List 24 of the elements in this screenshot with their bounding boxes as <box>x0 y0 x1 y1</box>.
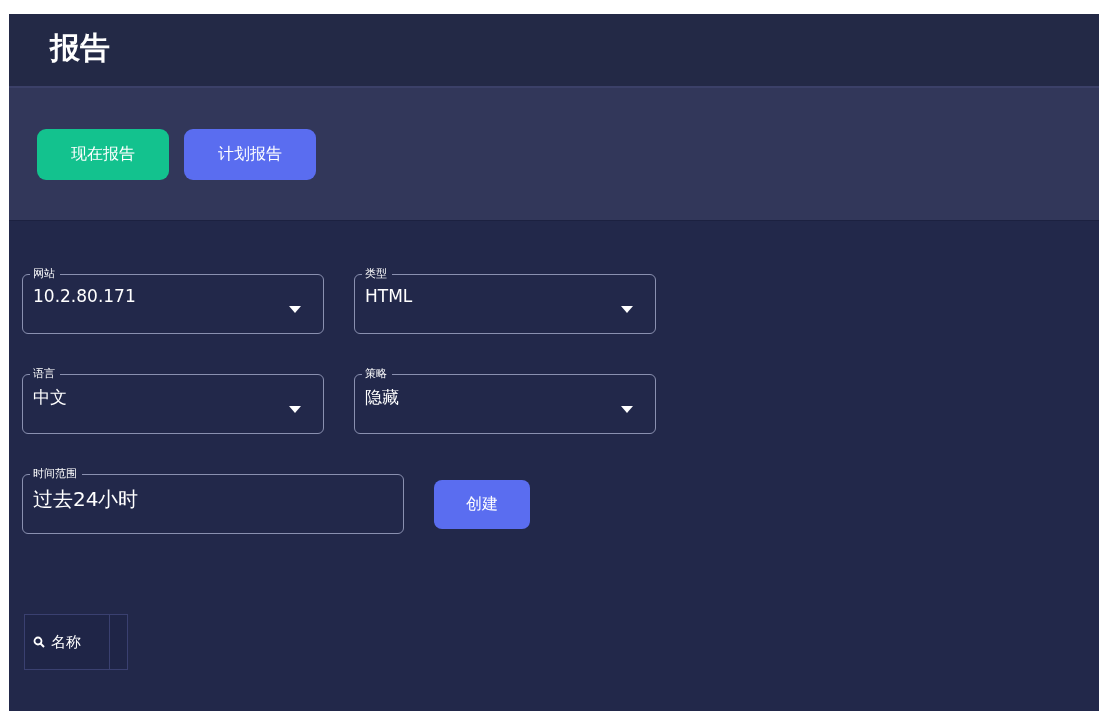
field-label: 策略 <box>364 366 388 382</box>
caret-icon <box>621 406 633 413</box>
field-label: 语言 <box>32 366 56 382</box>
field-label: 网站 <box>32 266 56 282</box>
input-field[interactable]: 时间范围 过去24小时 <box>22 466 404 534</box>
field-label: 时间范围 <box>32 466 78 482</box>
field-value: 10.2.80.171 <box>33 286 137 306</box>
select-field[interactable]: 策略 隐藏 <box>354 366 656 434</box>
field-value: 过去24小时 <box>33 486 140 513</box>
field-label: 类型 <box>364 266 388 282</box>
field-value: 中文 <box>33 386 68 409</box>
select-field[interactable]: 网站 10.2.80.171 <box>22 266 324 334</box>
select-field[interactable]: 语言 中文 <box>22 366 324 434</box>
caret-icon <box>289 306 301 313</box>
page-title: 报告 <box>50 29 110 67</box>
field-value: 隐藏 <box>365 386 400 409</box>
caret-icon <box>621 306 633 313</box>
create-button[interactable]: 创建 <box>434 479 530 529</box>
select-field[interactable]: 类型 HTML <box>354 266 656 334</box>
report-button[interactable]: 计划报告 <box>184 128 316 180</box>
field-value: HTML <box>365 286 414 306</box>
column-title: 名称 <box>51 632 81 652</box>
column-header[interactable]: 名称 <box>25 615 110 669</box>
caret-icon <box>289 406 301 413</box>
